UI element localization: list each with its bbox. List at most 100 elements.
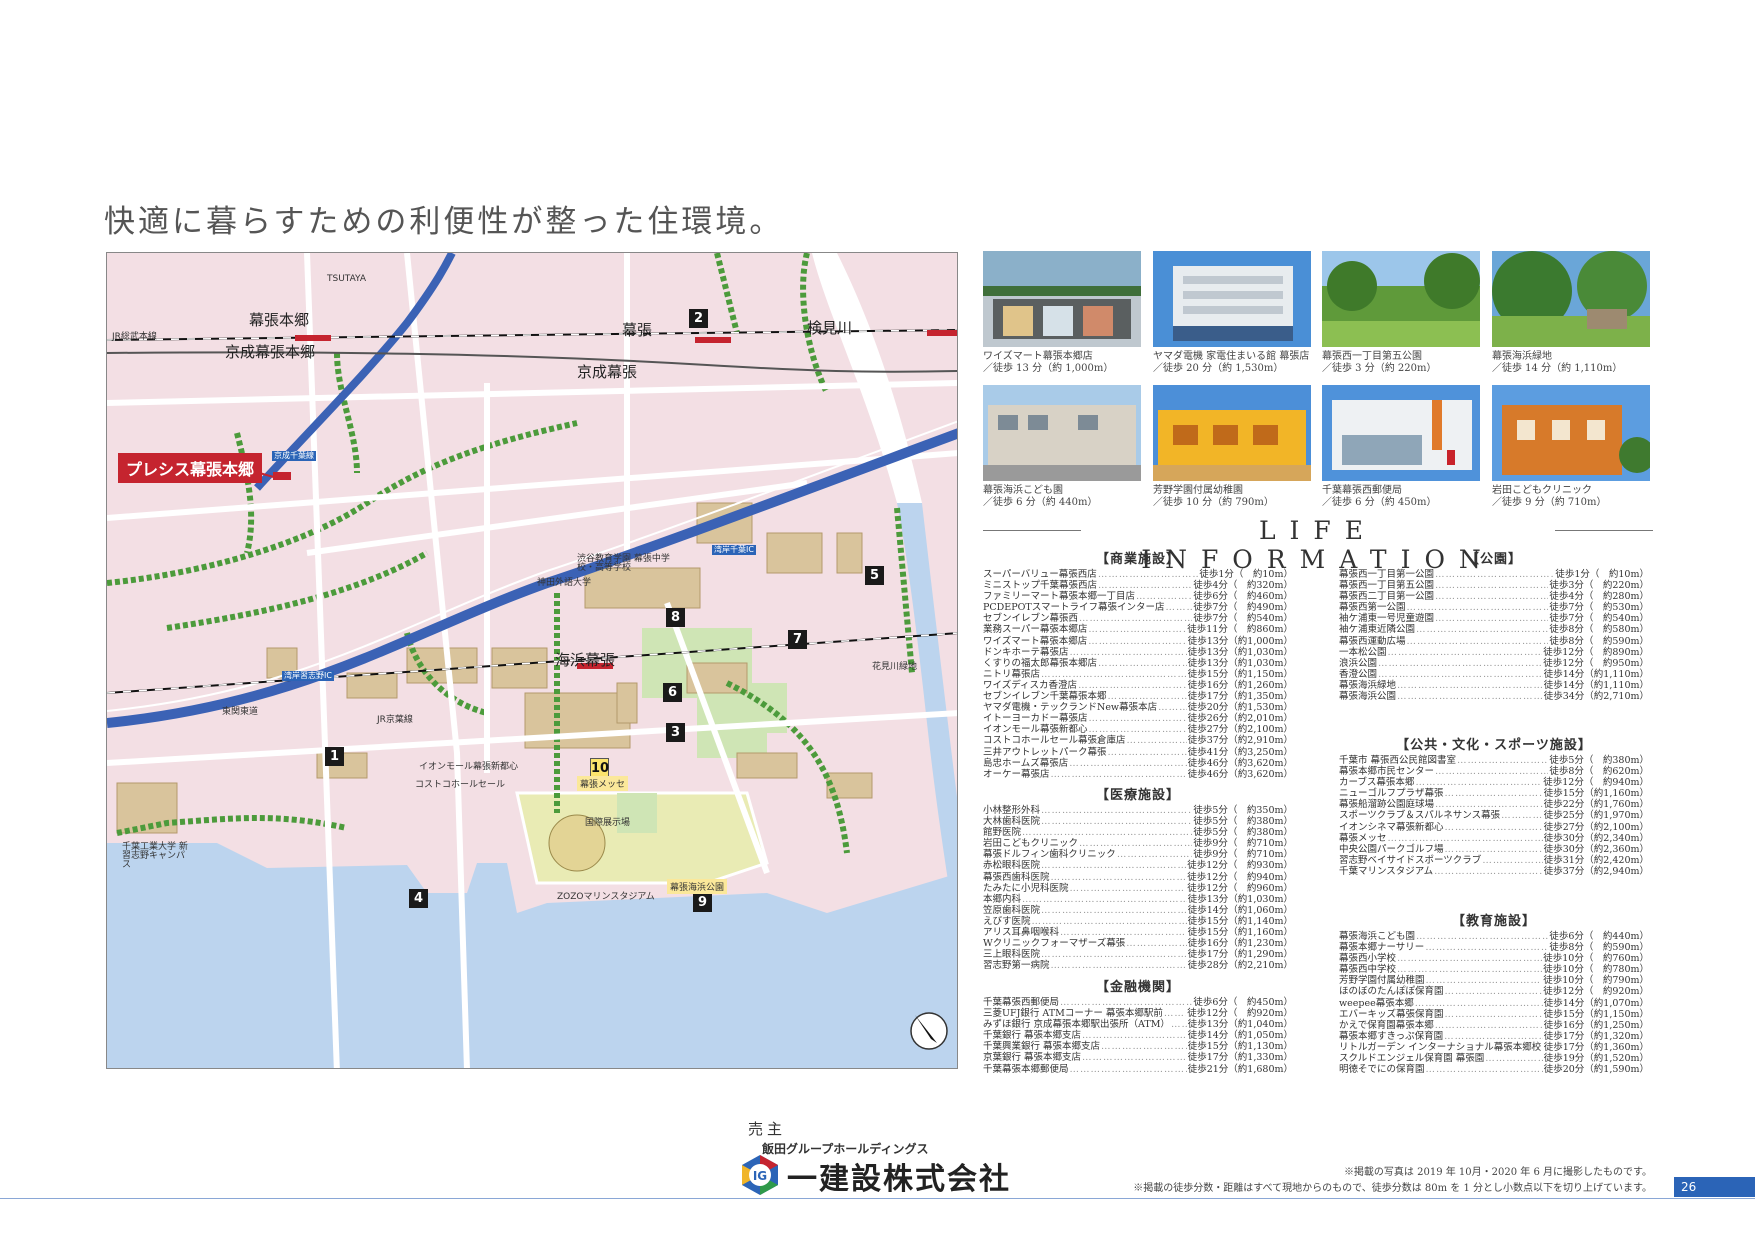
photo-walk: ／徒歩 14 分（約 1,110m） [1492, 363, 1623, 374]
road-label: 東関東道 [222, 707, 259, 717]
facility-row: 館野医院 徒歩5分（ 約380m） [983, 827, 1293, 838]
facility-row: 幕張西運動広場 徒歩8分（ 約590m） [1339, 636, 1649, 647]
facility-row: イオンモール幕張新都心 徒歩27分（約2,100m） [983, 724, 1293, 735]
area-map[interactable]: プレシス幕張本郷 幕張本郷 京成幕張本郷 幕張 京成幕張 検見川 海浜幕張 京成… [106, 252, 958, 1069]
facility-row: かえで保育園幕張本郷 徒歩16分（約1,250m） [1339, 1020, 1649, 1031]
place-label: 渋谷教育学園 幕張中学校・高等学校 [577, 554, 670, 573]
facility-distance: 徒歩12分（ 約920m） [1187, 1008, 1293, 1020]
facility-row: 幕張本郷すきっぷ保育園 徒歩17分（約1,320m） [1339, 1031, 1649, 1042]
facility-distance: 徒歩12分（ 約920m） [1543, 986, 1649, 998]
facility-row: 幕張海浜こども園 徒歩6分（ 約440m） [1339, 931, 1649, 942]
facility-row: Wクリニックフォーマザーズ幕張 徒歩16分（約1,230m） [983, 938, 1293, 949]
map-marker-7[interactable]: 7 [788, 630, 807, 649]
facility-row: PCDEPOTスマートライフ幕張インター店 徒歩7分（ 約490m） [983, 602, 1293, 613]
facility-row: 大林歯科医院 徒歩5分（ 約380m） [983, 816, 1293, 827]
facility-name: ニューゴルフプラザ幕張 [1339, 788, 1444, 800]
facility-name: 千葉興業銀行 幕張本郷支店 [983, 1041, 1101, 1053]
dot-leader [1070, 647, 1187, 658]
facility-row: ニトリ幕張店 徒歩15分（約1,150m） [983, 669, 1293, 680]
place-label: TSUTAYA [327, 274, 367, 284]
facility-name: 大林歯科医院 [983, 816, 1041, 828]
place-label: 千葉工業大学 新習志野キャンパス [122, 842, 188, 870]
facility-name: たみたに小児科医院 [983, 882, 1069, 894]
facility-distance: 徒歩17分（約1,360m） [1543, 1041, 1649, 1053]
facility-name: 幕張西中学校 [1339, 964, 1397, 976]
map-marker-6[interactable]: 6 [663, 683, 682, 702]
map-marker-2[interactable]: 2 [689, 309, 708, 328]
facility-distance: 徒歩7分（ 約540m） [1193, 613, 1293, 625]
facility-row: 島忠ホームズ幕張店 徒歩46分（約3,620m） [983, 758, 1293, 769]
facility-name: イオンシネマ幕張新都心 [1339, 821, 1444, 833]
dot-leader [1098, 658, 1187, 669]
facility-distance: 徒歩13分（約1,040m） [1187, 1019, 1293, 1031]
dot-leader [1425, 942, 1548, 953]
dot-leader [1388, 833, 1543, 844]
map-marker-5[interactable]: 5 [865, 566, 884, 585]
facility-name: weepee幕張本郷 [1339, 997, 1414, 1009]
finance-section: 【金融機関】 千葉幕張西郵便局徒歩6分（ 約450m）三菱UFJ銀行 ATMコー… [983, 976, 1293, 1075]
facility-distance: 徒歩19分（約1,520m） [1543, 1053, 1649, 1065]
dot-leader [1158, 702, 1187, 713]
facility-row: 幕張船溜跡公園庭球場 徒歩22分（約1,760m） [1339, 799, 1649, 810]
map-marker-9[interactable]: 9 [693, 893, 712, 912]
map-marker-1[interactable]: 1 [325, 747, 344, 766]
facility-name: 千葉銀行 幕張本郷支店 [983, 1030, 1082, 1042]
dot-leader [1098, 580, 1192, 591]
facility-name: ファミリーマート幕張本郷一丁目店 [983, 591, 1136, 603]
facility-name: スポーツクラブ＆スパルネサンス幕張 [1339, 810, 1501, 822]
dot-leader [1435, 580, 1548, 591]
facility-name: ドンキホーテ幕張店 [983, 646, 1069, 658]
facility-name: 幕張海浜公園 [1339, 691, 1397, 703]
dot-leader [1060, 927, 1187, 938]
facility-distance: 徒歩5分（ 約350m） [1193, 805, 1293, 816]
facility-distance: 徒歩30分（約2,360m） [1543, 843, 1649, 855]
facility-distance: 徒歩15分（約1,130m） [1187, 1041, 1293, 1053]
rail-label: JR京葉線 [377, 715, 413, 725]
facility-distance: 徒歩8分（ 約590m） [1549, 635, 1649, 647]
facility-distance: 徒歩21分（約1,680m） [1187, 1063, 1293, 1075]
facility-name: みずほ銀行 京成幕張本郷駅出張所（ATM） [983, 1019, 1170, 1031]
facility-row: 千葉幕張本郷郵便局 徒歩21分（約1,680m） [983, 1064, 1293, 1075]
map-marker-10[interactable]: 10 [590, 758, 609, 777]
map-marker-3[interactable]: 3 [666, 723, 685, 742]
facility-distance: 徒歩12分（ 約940m） [1187, 871, 1293, 883]
facility-row: 千葉市 幕張西公民館図書室 徒歩5分（ 約380m） [1339, 755, 1649, 766]
dot-leader [1397, 691, 1543, 702]
facility-name: 袖ケ浦東一号児童遊園 [1339, 613, 1435, 625]
parks-section: 【公園】 幕張西一丁目第一公園 徒歩1分（ 約10m） 幕張西一丁目第五公園 徒歩3分… [1339, 548, 1649, 702]
facility-row: ワイズディスカ香澄店 徒歩16分（約1,260m） [983, 680, 1293, 691]
facility-name: ミニストップ千葉幕張西店 [983, 580, 1098, 592]
dot-leader [1101, 1041, 1187, 1052]
dot-leader [1435, 613, 1548, 624]
facility-distance: 徒歩8分（ 約620m） [1549, 766, 1649, 778]
facility-name: セブンイレブン千葉幕張本郷 [983, 691, 1107, 703]
dot-leader [1041, 669, 1187, 680]
dot-leader [1089, 724, 1187, 735]
facility-distance: 徒歩46分（約3,620m） [1187, 757, 1293, 769]
facility-name: ワイズマート幕張本郷店 [983, 635, 1088, 647]
facility-name: 幕張本郷市民センター [1339, 766, 1435, 778]
facility-name: 幕張西二丁目第一公園 [1339, 591, 1435, 603]
dot-leader [1022, 894, 1187, 905]
section-title: 【商業施設】 [1095, 552, 1180, 567]
photo-title: 岩田こどもクリニック [1492, 485, 1592, 496]
dot-leader [1041, 949, 1187, 960]
dot-leader [1397, 953, 1542, 964]
dot-leader [1079, 838, 1192, 849]
facility-name: Wクリニックフォーマザーズ幕張 [983, 938, 1126, 950]
photo-walk: ／徒歩 6 分（約 450m） [1322, 497, 1437, 508]
facility-name: 中央公園パークゴルフ場 [1339, 843, 1444, 855]
facility-name: カーブス幕張本郷 [1339, 777, 1415, 789]
map-marker-4[interactable]: 4 [409, 889, 428, 908]
photo-card: 芳野学園付属幼稚園 ／徒歩 10 分（約 790m） [1153, 385, 1311, 509]
map-marker-8[interactable]: 8 [666, 608, 685, 627]
stadium-label: ZOZOマリンスタジアム [557, 892, 655, 902]
facility-name: 幕張西一丁目第一公園 [1339, 569, 1435, 580]
photo-card: 岩田こどもクリニック ／徒歩 9 分（約 710m） [1492, 385, 1650, 509]
divider [1555, 530, 1653, 531]
place-label: コストコホールセール [415, 780, 506, 790]
facility-name: 習志野第一病院 [983, 960, 1050, 972]
dot-leader [1108, 747, 1187, 758]
facility-name: 袖ケ浦東近隣公園 [1339, 624, 1416, 636]
facility-row: 浪浜公園 徒歩12分（ 約950m） [1339, 658, 1649, 669]
